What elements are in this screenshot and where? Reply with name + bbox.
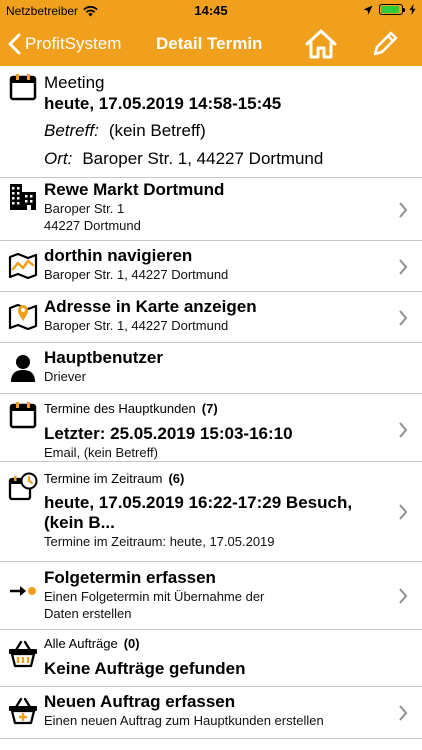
chevron-right-icon bbox=[399, 202, 408, 218]
follow-up-title: Folgetermin erfassen bbox=[44, 568, 216, 587]
meeting-subject: Betreff: (kein Betreff) bbox=[44, 120, 412, 142]
period-appointments-row[interactable]: Termine im Zeitraum (6) heute, 17.05.2019… bbox=[0, 462, 422, 562]
user-title: Hauptbenutzer bbox=[44, 348, 163, 367]
navigate-row[interactable]: dorthin navigieren Baroper Str. 1, 44227… bbox=[0, 241, 422, 292]
customer-name: Rewe Markt Dortmund bbox=[44, 180, 225, 199]
user-name: Driever bbox=[44, 369, 86, 384]
meeting-datetime: heute, 17.05.2019 14:58-15:45 bbox=[44, 94, 282, 113]
back-label: ProfitSystem bbox=[25, 34, 122, 53]
period-appointment-details: Termine im Zeitraum: heute, 17.05.2019 bbox=[44, 534, 275, 549]
charging-bolt-icon bbox=[409, 4, 416, 15]
orders-header: Alle Aufträge (0) bbox=[44, 635, 386, 652]
customer-appointments-count: (7) bbox=[201, 401, 218, 416]
location-arrow-icon bbox=[363, 5, 373, 14]
meeting-type: Meeting bbox=[44, 73, 105, 92]
customer-appointments-text: Termine des Hauptkunden (7) Letzter: 25.0… bbox=[44, 400, 386, 461]
chevron-right-icon bbox=[399, 259, 408, 275]
map-text: Adresse in Karte anzeigen Baroper Str. 1… bbox=[44, 297, 386, 334]
map-address: Baroper Str. 1, 44227 Dortmund bbox=[44, 318, 229, 333]
user-text: Hauptbenutzer Driever bbox=[44, 348, 386, 385]
arrow-to-dot-icon bbox=[10, 586, 36, 596]
chevron-right-icon bbox=[399, 422, 408, 438]
customer-appointments-label: Termine des Hauptkunden bbox=[44, 401, 196, 416]
status-bar: Netzbetreiber 14:45 bbox=[0, 0, 422, 22]
follow-up-row[interactable]: Folgetermin erfassen Einen Folgetermin m… bbox=[0, 562, 422, 630]
customer-appointments-row[interactable]: Termine des Hauptkunden (7) Letzter: 25.0… bbox=[0, 394, 422, 462]
orders-label: Alle Aufträge bbox=[44, 636, 118, 651]
status-right-group bbox=[363, 4, 416, 15]
orders-text: Alle Aufträge (0) Keine Aufträge gefunden bbox=[44, 635, 386, 679]
navigate-address: Baroper Str. 1, 44227 Dortmund bbox=[44, 267, 229, 282]
battery-icon bbox=[379, 4, 405, 15]
location-value: Baroper Str. 1, 44227 Dortmund bbox=[82, 149, 324, 168]
navigation-bar: ProfitSystem Detail Termin bbox=[0, 22, 422, 66]
building-icon bbox=[10, 184, 36, 210]
edit-pencil-icon[interactable] bbox=[370, 29, 400, 59]
meeting-location: Ort: Baroper Str. 1, 44227 Dortmund bbox=[44, 148, 412, 170]
chevron-right-icon bbox=[399, 588, 408, 604]
new-order-row[interactable]: Neuen Auftrag erfassen Einen neuen Auftr… bbox=[0, 687, 422, 739]
basket-icon bbox=[9, 640, 37, 668]
basket-add-icon bbox=[9, 697, 37, 725]
follow-up-desc-line1: Einen Folgetermin mit Übernahme der bbox=[44, 589, 265, 604]
chevron-left-icon bbox=[8, 33, 21, 55]
chevron-right-icon bbox=[399, 310, 408, 326]
all-orders-row: Alle Aufträge (0) Keine Aufträge gefunden bbox=[0, 630, 422, 687]
period-appointments-header: Termine im Zeitraum (6) bbox=[44, 470, 386, 487]
back-button[interactable]: ProfitSystem bbox=[8, 22, 121, 66]
new-order-desc: Einen neuen Auftrag zum Hauptkunden erst… bbox=[44, 713, 324, 728]
orders-empty-message: Keine Aufträge gefunden bbox=[44, 659, 246, 678]
new-order-title: Neuen Auftrag erfassen bbox=[44, 692, 236, 711]
subject-value: (kein Betreff) bbox=[108, 121, 206, 140]
main-user-row: Hauptbenutzer Driever bbox=[0, 343, 422, 394]
follow-up-text: Folgetermin erfassen Einen Folgetermin m… bbox=[44, 568, 386, 622]
subject-label: Betreff: bbox=[44, 121, 99, 140]
home-icon[interactable] bbox=[305, 29, 337, 59]
battery-fill bbox=[381, 6, 399, 13]
customer-row[interactable]: Rewe Markt Dortmund Baroper Str. 1 44227… bbox=[0, 178, 422, 241]
new-order-text: Neuen Auftrag erfassen Einen neuen Auftr… bbox=[44, 692, 386, 729]
chevron-right-icon bbox=[399, 705, 408, 721]
calendar-icon bbox=[9, 402, 37, 429]
customer-street: Baroper Str. 1 bbox=[44, 201, 125, 216]
latest-appointment-details: Email, (kein Betreff) bbox=[44, 445, 158, 460]
period-appointments-label: Termine im Zeitraum bbox=[44, 471, 163, 486]
calendar-clock-icon bbox=[8, 472, 38, 501]
page-title: Detail Termin bbox=[156, 34, 263, 53]
period-appointment-line2: (kein B... bbox=[44, 513, 115, 532]
navigate-title: dorthin navigieren bbox=[44, 246, 193, 265]
period-appointments-text: Termine im Zeitraum (6) heute, 17.05.2019… bbox=[44, 470, 386, 550]
customer-city: 44227 Dortmund bbox=[44, 218, 141, 233]
customer-text: Rewe Markt Dortmund Baroper Str. 1 44227… bbox=[44, 180, 386, 234]
status-time: 14:45 bbox=[194, 3, 228, 18]
meeting-info-row: Meeting heute, 17.05.2019 14:58-15:45 Be… bbox=[0, 66, 422, 178]
customer-appointments-header: Termine des Hauptkunden (7) bbox=[44, 400, 386, 417]
user-icon bbox=[11, 355, 35, 382]
latest-appointment: Letzter: 25.05.2019 15:03-16:10 bbox=[44, 424, 293, 443]
show-map-row[interactable]: Adresse in Karte anzeigen Baroper Str. 1… bbox=[0, 292, 422, 343]
navigate-text: dorthin navigieren Baroper Str. 1, 44227… bbox=[44, 246, 386, 283]
period-appointments-count: (6) bbox=[168, 471, 185, 486]
location-label: Ort: bbox=[44, 149, 73, 168]
orders-count: (0) bbox=[123, 636, 140, 651]
map-pin-icon bbox=[8, 303, 38, 330]
route-map-icon bbox=[8, 252, 38, 280]
chevron-right-icon bbox=[399, 504, 408, 520]
map-title: Adresse in Karte anzeigen bbox=[44, 297, 257, 316]
follow-up-desc-line2: Daten erstellen bbox=[44, 606, 132, 621]
period-appointment-line1: heute, 17.05.2019 16:22-17:29 Besuch, bbox=[44, 493, 353, 512]
calendar-icon bbox=[9, 74, 37, 101]
meeting-text: Meeting heute, 17.05.2019 14:58-15:45 Be… bbox=[44, 72, 412, 170]
